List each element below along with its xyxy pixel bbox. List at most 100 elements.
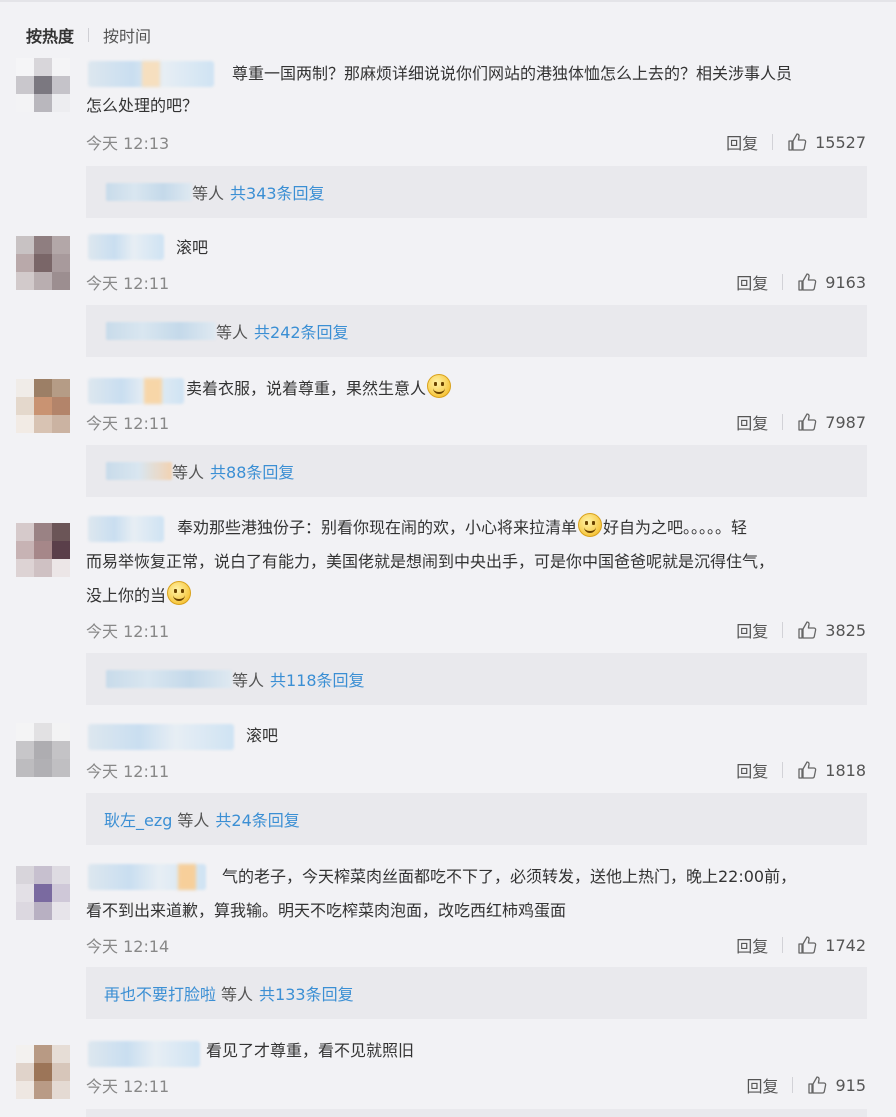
like-button[interactable]: 915 bbox=[807, 1075, 866, 1095]
comment-time: 今天 12:14 bbox=[86, 937, 170, 956]
reply-button[interactable]: 回复 bbox=[746, 1073, 778, 1097]
reply-button[interactable]: 回复 bbox=[736, 933, 768, 957]
username-blurred[interactable] bbox=[88, 1041, 200, 1067]
comment-text: 滚吧 bbox=[176, 238, 209, 257]
comment-text: 滚吧 bbox=[246, 726, 279, 745]
action-divider bbox=[782, 274, 784, 290]
avatar[interactable] bbox=[16, 1045, 70, 1099]
reply-button[interactable]: 回复 bbox=[726, 130, 758, 154]
replier-name-blurred[interactable] bbox=[106, 462, 172, 480]
like-count: 9163 bbox=[825, 272, 866, 292]
thumbs-up-icon bbox=[788, 133, 807, 151]
comment-actions: 回复 1818 bbox=[736, 758, 866, 782]
like-count: 1818 bbox=[825, 760, 866, 780]
avatar[interactable] bbox=[16, 523, 70, 577]
username-blurred[interactable] bbox=[88, 234, 164, 260]
comment-time: 今天 12:11 bbox=[86, 1077, 170, 1096]
reply-button[interactable]: 回复 bbox=[736, 270, 768, 294]
reply-summary[interactable]: 等人 共118条回复 bbox=[86, 653, 867, 705]
action-divider bbox=[782, 937, 784, 953]
comment-time: 今天 12:11 bbox=[86, 414, 170, 433]
username-blurred[interactable] bbox=[88, 378, 184, 404]
thumbs-up-icon bbox=[798, 761, 817, 779]
replier-name-blurred[interactable] bbox=[106, 322, 216, 340]
action-divider bbox=[782, 762, 784, 778]
sort-by-hot-tab[interactable]: 按热度 bbox=[26, 23, 74, 47]
thumbs-up-icon bbox=[808, 1076, 827, 1094]
avatar[interactable] bbox=[16, 723, 70, 777]
replier-name-blurred[interactable] bbox=[106, 183, 192, 201]
action-divider bbox=[782, 414, 784, 430]
comment-text: 气的老子，今天榨菜肉丝面都吃不下了，必须转发，送他上热门，晚上22:00前， bbox=[222, 867, 797, 886]
reply-count-link[interactable]: 共118条回复 bbox=[270, 667, 365, 691]
like-button[interactable]: 3825 bbox=[797, 620, 866, 640]
comment-actions: 回复 3825 bbox=[736, 618, 866, 642]
comment-time: 今天 12:11 bbox=[86, 274, 170, 293]
reply-summary[interactable]: 等人 共242条回复 bbox=[86, 305, 867, 357]
sort-bar: 按热度 按时间 bbox=[26, 22, 151, 48]
reply-summary[interactable]: 等人 共343条回复 bbox=[86, 166, 867, 218]
reply-count-link[interactable]: 共133条回复 bbox=[259, 981, 354, 1005]
action-divider bbox=[782, 622, 784, 638]
top-divider bbox=[0, 0, 896, 2]
comment-actions: 回复 915 bbox=[746, 1073, 866, 1097]
like-button[interactable]: 15527 bbox=[787, 132, 866, 152]
sort-by-time-tab[interactable]: 按时间 bbox=[103, 23, 151, 47]
reply-button[interactable]: 回复 bbox=[736, 758, 768, 782]
username-blurred[interactable] bbox=[88, 864, 206, 890]
like-count: 15527 bbox=[815, 132, 866, 152]
username-blurred[interactable] bbox=[88, 516, 164, 542]
comment-text: 尊重一国两制？那麻烦详细说说你们网站的港独体恤怎么上去的？相关涉事人员 bbox=[232, 64, 793, 83]
replier-name-blurred[interactable] bbox=[106, 670, 232, 688]
comment-text-line2: 看不到出来道歉，算我输。明天不吃榨菜肉泡面，改吃西红柿鸡蛋面 bbox=[86, 901, 567, 920]
reply-count-link[interactable]: 共88条回复 bbox=[210, 459, 294, 483]
comment-text: 卖着衣服，说着尊重，果然生意人 bbox=[186, 373, 452, 405]
action-divider bbox=[772, 134, 774, 150]
reply-etc-label: 等人 bbox=[221, 985, 254, 1004]
like-count: 3825 bbox=[825, 620, 866, 640]
reply-count-link[interactable]: 共24条回复 bbox=[215, 807, 299, 831]
username-blurred[interactable] bbox=[88, 61, 214, 87]
reply-summary-partial bbox=[86, 1109, 867, 1117]
comment-time: 今天 12:13 bbox=[86, 134, 170, 153]
comment-text: 奉劝那些港独份子：别看你现在闹的欢，小心将来拉清单 好自为之吧。。。。。轻 bbox=[177, 512, 747, 544]
like-button[interactable]: 9163 bbox=[797, 272, 866, 292]
reply-count-link[interactable]: 共343条回复 bbox=[230, 180, 325, 204]
reply-etc-label: 等人 bbox=[177, 811, 210, 830]
replier-name-link[interactable]: 再也不要打脸啦 bbox=[104, 981, 216, 1005]
reply-button[interactable]: 回复 bbox=[736, 410, 768, 434]
like-count: 1742 bbox=[825, 935, 866, 955]
comment-text-line2: 怎么处理的吧？ bbox=[86, 96, 199, 115]
reply-summary[interactable]: 耿左_ezg 等人 共24条回复 bbox=[86, 793, 867, 845]
reply-count-link[interactable]: 共242条回复 bbox=[254, 319, 349, 343]
thumbs-up-icon bbox=[798, 273, 817, 291]
comment-time: 今天 12:11 bbox=[86, 622, 170, 641]
sort-divider bbox=[88, 28, 90, 42]
like-count: 915 bbox=[835, 1075, 866, 1095]
thumbs-up-icon bbox=[798, 621, 817, 639]
reply-summary[interactable]: 再也不要打脸啦 等人 共133条回复 bbox=[86, 967, 867, 1019]
avatar[interactable] bbox=[16, 379, 70, 433]
like-button[interactable]: 1742 bbox=[797, 935, 866, 955]
comment-text: 看见了才尊重，看不见就照旧 bbox=[206, 1041, 415, 1060]
reply-etc-label: 等人 bbox=[232, 671, 265, 690]
thumbs-up-icon bbox=[798, 936, 817, 954]
thumbs-up-icon bbox=[798, 413, 817, 431]
like-button[interactable]: 1818 bbox=[797, 760, 866, 780]
reply-etc-label: 等人 bbox=[216, 323, 249, 342]
comment-actions: 回复 7987 bbox=[736, 410, 866, 434]
reply-button[interactable]: 回复 bbox=[736, 618, 768, 642]
avatar[interactable] bbox=[16, 58, 70, 112]
comment-actions: 回复 9163 bbox=[736, 270, 866, 294]
action-divider bbox=[792, 1077, 794, 1093]
avatar[interactable] bbox=[16, 866, 70, 920]
smile-emoji-icon bbox=[578, 513, 603, 537]
username-blurred[interactable] bbox=[88, 724, 234, 750]
smile-emoji-icon bbox=[167, 581, 192, 605]
comment-text-line2: 而易举恢复正常，说白了有能力，美国佬就是想闹到中央出手，可是你中国爸爸呢就是沉得… bbox=[86, 552, 775, 571]
replier-name-link[interactable]: 耿左_ezg bbox=[104, 807, 172, 831]
avatar[interactable] bbox=[16, 236, 70, 290]
smile-emoji-icon bbox=[427, 374, 452, 398]
reply-summary[interactable]: 等人 共88条回复 bbox=[86, 445, 867, 497]
like-button[interactable]: 7987 bbox=[797, 412, 866, 432]
